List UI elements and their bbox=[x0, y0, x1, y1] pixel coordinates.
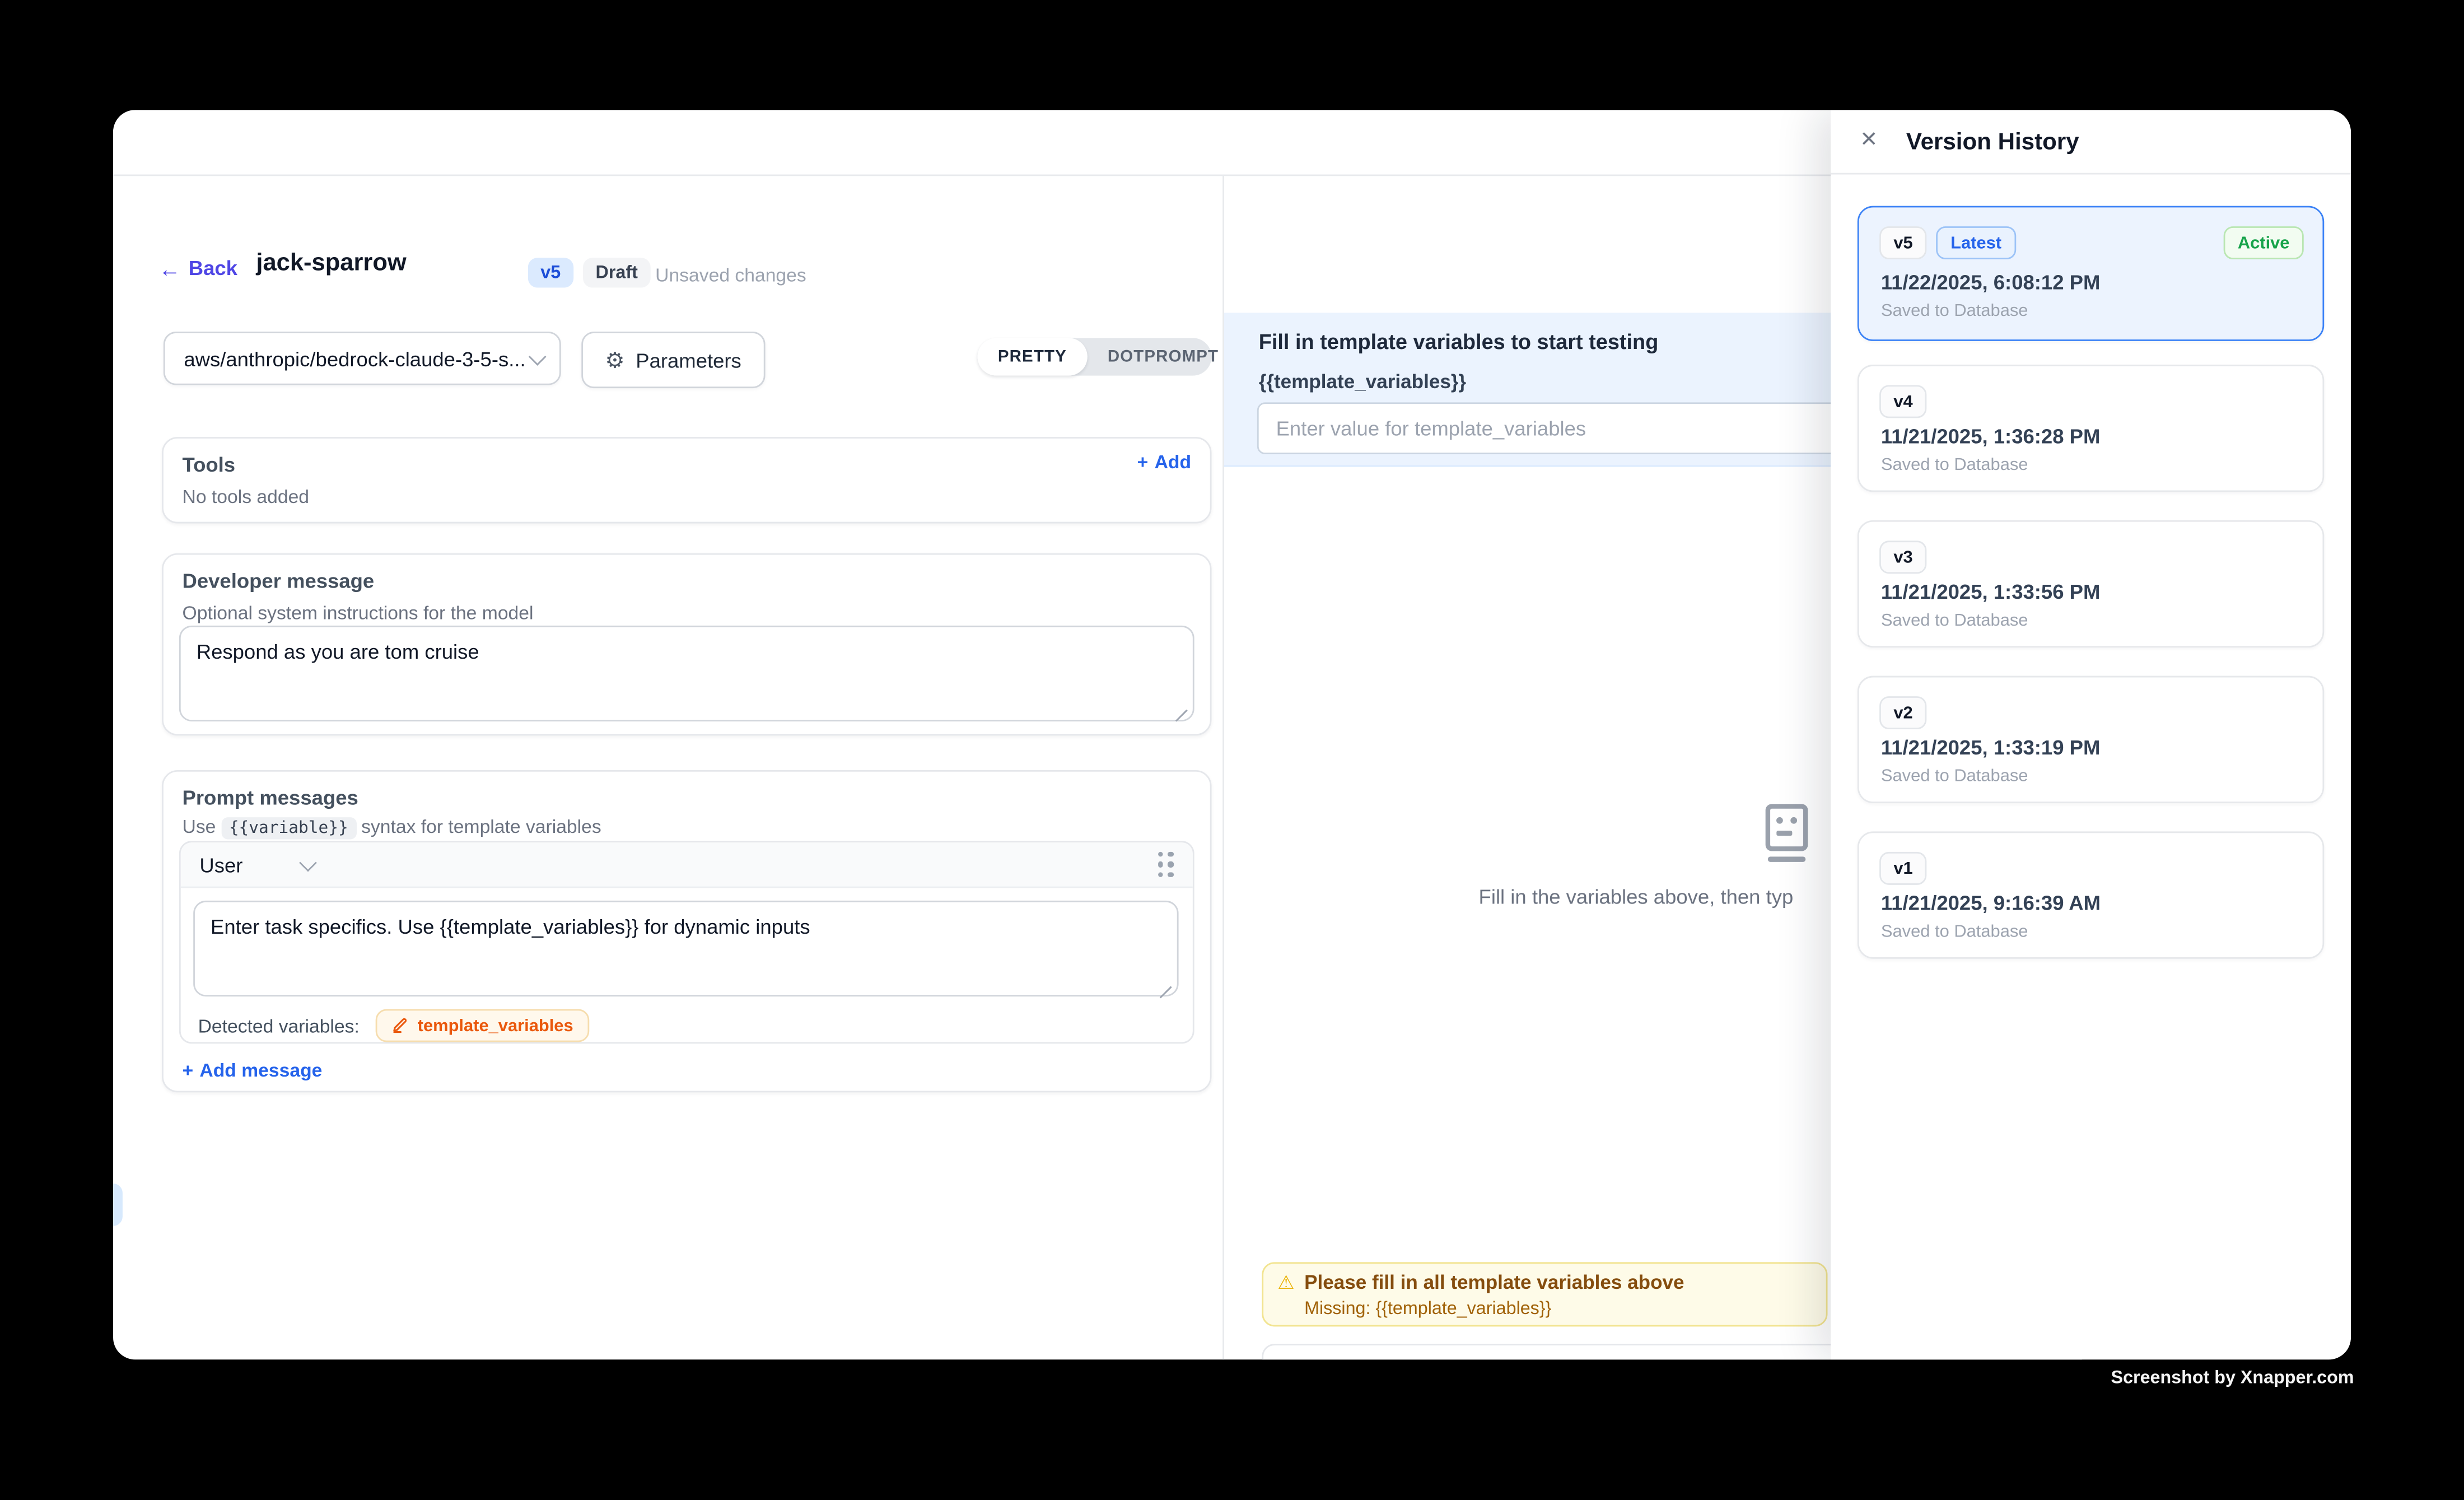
version-status: Saved to Database bbox=[1881, 923, 2028, 942]
add-tool-label: Add bbox=[1155, 451, 1191, 473]
plus-icon: + bbox=[183, 1059, 194, 1081]
version-timestamp: 11/22/2025, 6:08:12 PM bbox=[1881, 271, 2100, 294]
hint-prefix: Use bbox=[183, 816, 216, 837]
parameters-label: Parameters bbox=[636, 348, 741, 372]
latest-badge: Latest bbox=[1936, 226, 2015, 259]
warning-title: Please fill in all template variables ab… bbox=[1304, 1271, 1684, 1293]
version-history-title: Version History bbox=[1906, 129, 2079, 156]
chevron-down-icon[interactable] bbox=[300, 853, 318, 871]
missing-variables-warning: ⚠ Please fill in all template variables … bbox=[1262, 1262, 1827, 1326]
chevron-down-icon bbox=[529, 347, 547, 365]
toggle-pretty[interactable]: PRETTY bbox=[977, 338, 1087, 375]
app-window: ← Back jack-sparrow v5 Draft Unsaved cha… bbox=[113, 110, 2351, 1359]
gear-icon: ⚙ bbox=[605, 349, 624, 371]
tools-card: Tools + Add No tools added bbox=[162, 437, 1211, 523]
screenshot-stage: ← Back jack-sparrow v5 Draft Unsaved cha… bbox=[0, 0, 2464, 1500]
draft-badge: Draft bbox=[583, 258, 650, 287]
version-id-badge: v5 bbox=[1879, 226, 1927, 259]
user-message-textarea[interactable]: Enter task specifics. Use {{template_var… bbox=[193, 901, 1178, 996]
warning-detail: Missing: {{template_variables}} bbox=[1304, 1300, 1551, 1319]
model-select[interactable]: aws/anthropic/bedrock-claude-3-5-s... bbox=[164, 332, 561, 385]
version-card-v4[interactable]: v4 11/21/2025, 1:36:28 PM Saved to Datab… bbox=[1858, 365, 2324, 492]
developer-message-title: Developer message bbox=[183, 569, 375, 593]
version-id-badge: v2 bbox=[1879, 696, 1927, 729]
model-select-value: aws/anthropic/bedrock-claude-3-5-s... bbox=[184, 347, 531, 370]
parameters-button[interactable]: ⚙ Parameters bbox=[581, 332, 765, 388]
drag-handle-icon[interactable] bbox=[1158, 851, 1174, 878]
toggle-dotprompt[interactable]: DOTPROMPT bbox=[1087, 338, 1239, 375]
bot-face-icon bbox=[1765, 803, 1809, 863]
version-card-v1[interactable]: v1 11/21/2025, 9:16:39 AM Saved to Datab… bbox=[1858, 831, 2324, 958]
watermark-text: Screenshot by Xnapper.com bbox=[2111, 1369, 2354, 1388]
developer-message-card: Developer message Optional system instru… bbox=[162, 553, 1211, 736]
fill-variables-heading: Fill in template variables to start test… bbox=[1259, 330, 1659, 353]
page-title: jack-sparrow bbox=[256, 250, 406, 278]
warning-icon: ⚠ bbox=[1277, 1271, 1294, 1293]
version-status: Saved to Database bbox=[1881, 302, 2028, 321]
detected-variable-name: template_variables bbox=[418, 1016, 573, 1035]
version-card-v3[interactable]: v3 11/21/2025, 1:33:56 PM Saved to Datab… bbox=[1858, 520, 2324, 647]
detected-variable-chip[interactable]: template_variables bbox=[375, 1009, 589, 1042]
active-badge: Active bbox=[2224, 226, 2304, 259]
version-badge: v5 bbox=[528, 258, 573, 287]
version-status: Saved to Database bbox=[1881, 456, 2028, 475]
back-arrow-icon: ← bbox=[158, 257, 180, 279]
developer-message-subtitle: Optional system instructions for the mod… bbox=[183, 602, 534, 624]
version-status: Saved to Database bbox=[1881, 612, 2028, 631]
version-timestamp: 11/21/2025, 1:33:19 PM bbox=[1881, 735, 2100, 759]
version-id-badge: v3 bbox=[1879, 541, 1927, 574]
edge-tab-notch bbox=[113, 1184, 123, 1226]
message-block: User Enter task specifics. Use {{templat… bbox=[179, 841, 1194, 1044]
version-timestamp: 11/21/2025, 1:36:28 PM bbox=[1881, 425, 2100, 448]
tools-title: Tools bbox=[183, 453, 236, 476]
no-tools-text: No tools added bbox=[183, 486, 310, 507]
prompt-messages-title: Prompt messages bbox=[183, 786, 358, 809]
close-icon[interactable]: × bbox=[1860, 123, 1877, 157]
view-mode-toggle: PRETTY DOTPROMPT bbox=[977, 338, 1211, 375]
prompt-messages-card: Prompt messages Use {{variable}} syntax … bbox=[162, 770, 1211, 1092]
add-message-button[interactable]: +Add message bbox=[183, 1059, 323, 1081]
variable-syntax-chip: {{variable}} bbox=[221, 817, 356, 839]
role-select[interactable]: User bbox=[199, 853, 242, 876]
version-status: Saved to Database bbox=[1881, 767, 2028, 786]
developer-message-textarea[interactable]: Respond as you are tom cruise bbox=[179, 626, 1194, 721]
add-message-label: Add message bbox=[199, 1059, 322, 1081]
hint-suffix: syntax for template variables bbox=[361, 816, 601, 837]
version-history-header: × Version History bbox=[1831, 110, 2351, 174]
version-id-badge: v1 bbox=[1879, 852, 1927, 885]
version-card-v2[interactable]: v2 11/21/2025, 1:33:19 PM Saved to Datab… bbox=[1858, 676, 2324, 803]
version-card-v5[interactable]: v5 Latest Active 11/22/2025, 6:08:12 PM … bbox=[1858, 206, 2324, 341]
prompt-messages-hint: Use {{variable}} syntax for template var… bbox=[183, 816, 601, 839]
version-timestamp: 11/21/2025, 1:33:56 PM bbox=[1881, 580, 2100, 603]
add-tool-button[interactable]: + Add bbox=[1137, 451, 1191, 473]
template-variable-label: {{template_variables}} bbox=[1259, 371, 1466, 393]
back-label: Back bbox=[189, 256, 237, 279]
unsaved-changes-text: Unsaved changes bbox=[655, 264, 806, 286]
version-id-badge: v4 bbox=[1879, 385, 1927, 418]
version-history-panel: × Version History v5 Latest Active 11/22… bbox=[1831, 110, 2351, 1359]
plus-icon: + bbox=[1137, 451, 1149, 473]
message-role-header: User bbox=[181, 842, 1193, 888]
version-timestamp: 11/21/2025, 9:16:39 AM bbox=[1881, 891, 2101, 915]
empty-state-text: Fill in the variables above, then typ bbox=[1479, 885, 1794, 909]
pencil-line-icon bbox=[391, 1017, 408, 1035]
detected-variables-label: Detected variables: bbox=[198, 1014, 360, 1036]
back-button[interactable]: ← Back bbox=[158, 256, 237, 279]
